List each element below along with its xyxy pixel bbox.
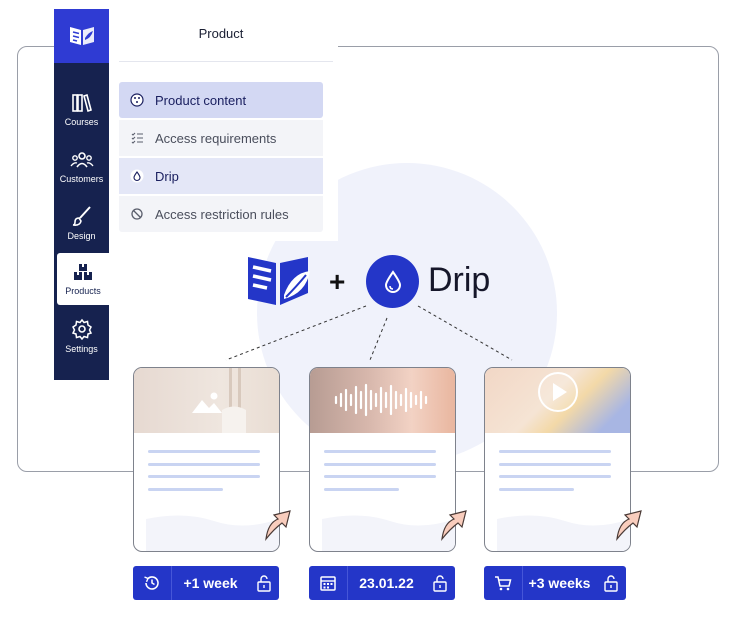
- text-line: [148, 463, 260, 466]
- lock-open-icon: [249, 574, 279, 592]
- text-line: [499, 475, 611, 478]
- text-line: [148, 488, 223, 491]
- cart-icon: [484, 566, 523, 600]
- card-thumbnail: [310, 368, 455, 433]
- badge-label: 23.01.22: [359, 575, 414, 591]
- text-line: [324, 463, 436, 466]
- text-line: [499, 488, 574, 491]
- image-icon: [192, 392, 222, 413]
- calendar-icon: [309, 566, 348, 600]
- badge-label: +1 week: [183, 575, 238, 591]
- unlock-arrow-icon: [265, 510, 291, 541]
- content-card-video[interactable]: [484, 367, 631, 552]
- card-wave: [322, 515, 455, 551]
- unlock-arrow-icon: [441, 510, 467, 541]
- text-line: [499, 463, 611, 466]
- text-line: [499, 450, 611, 453]
- drip-badge-week[interactable]: +1 week: [133, 566, 279, 600]
- content-card-audio[interactable]: [309, 367, 456, 552]
- history-icon: [133, 566, 172, 600]
- badge-label: +3 weeks: [528, 575, 591, 591]
- text-line: [148, 450, 260, 453]
- text-line: [324, 488, 399, 491]
- unlock-arrow-icon: [616, 510, 642, 541]
- play-icon: [538, 372, 578, 412]
- card-thumbnail: [485, 368, 630, 433]
- drip-badge-weeks[interactable]: +3 weeks: [484, 566, 626, 600]
- text-line: [324, 450, 436, 453]
- card-thumbnail: [134, 368, 279, 433]
- text-line: [324, 475, 436, 478]
- card-wave: [146, 515, 279, 551]
- lock-open-icon: [425, 574, 455, 592]
- lock-open-icon: [596, 574, 626, 592]
- text-line: [148, 475, 260, 478]
- content-card-image[interactable]: [133, 367, 280, 552]
- drip-badge-date[interactable]: 23.01.22: [309, 566, 455, 600]
- waveform-icon: [334, 383, 428, 417]
- card-wave: [497, 515, 630, 551]
